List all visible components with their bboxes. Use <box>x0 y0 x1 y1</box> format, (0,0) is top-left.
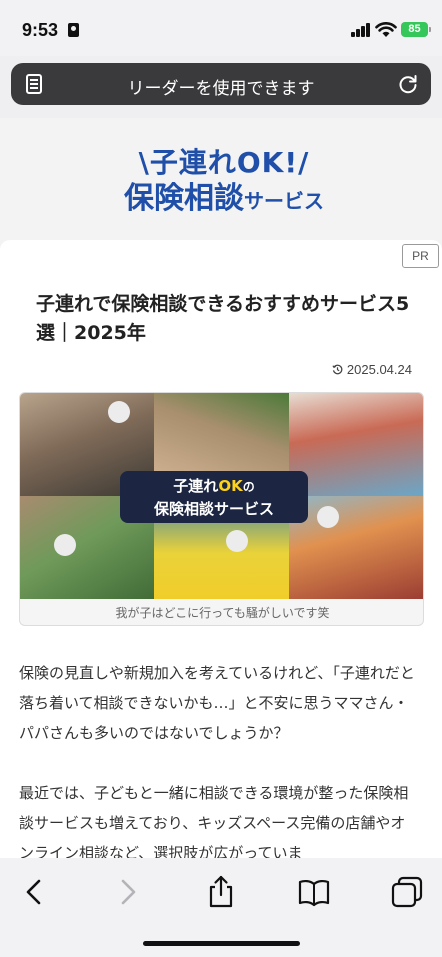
logo-line2-small: サービス <box>244 189 324 213</box>
bookmarks-icon[interactable] <box>296 874 332 910</box>
address-bar-text[interactable]: リーダーを使用できます <box>61 74 381 99</box>
overlay-line2: 保険相談サービス <box>153 500 274 518</box>
status-bar: 9:53 85 <box>0 0 442 56</box>
back-icon[interactable] <box>16 874 52 910</box>
reader-mode-icon[interactable] <box>26 74 42 94</box>
cellular-signal-icon <box>351 23 371 37</box>
reload-icon[interactable] <box>397 73 419 95</box>
image-caption: 我が子はどこに行っても騒がしいです笑 <box>115 606 330 620</box>
overlay-line1: 子連れOKの <box>173 477 255 495</box>
web-page: \子連れOK!/ 保険相談サービス PR 子連れで保険相談できるおすすめサービス… <box>0 118 442 858</box>
article-hero-figure: 子連れOKの 保険相談サービス 我が子はどこに行っても騒がしいです笑 <box>19 392 424 626</box>
logo-line2: 保険相談サービス <box>124 180 324 220</box>
wifi-icon <box>375 22 397 37</box>
photo-tile <box>289 496 423 599</box>
pr-badge: PR <box>402 244 439 268</box>
hero-photo-collage: 子連れOKの 保険相談サービス <box>20 393 423 599</box>
article-title: 子連れで保険相談できるおすすめサービス5選｜2025年 <box>36 293 410 344</box>
logo-line1: \子連れOK!/ <box>138 146 310 179</box>
address-bar[interactable]: リーダーを使用できます <box>11 63 431 105</box>
hero-title-overlay: 子連れOKの 保険相談サービス <box>120 471 308 523</box>
share-icon[interactable] <box>203 874 239 910</box>
forward-icon[interactable] <box>110 874 146 910</box>
status-time: 9:53 <box>22 20 59 40</box>
article-card: PR 子連れで保険相談できるおすすめサービス5選｜2025年 2025.04.2… <box>0 240 442 858</box>
logo-line2-main: 保険相談 <box>124 181 244 216</box>
photo-tile <box>289 393 423 496</box>
article-date: 2025.04.24 <box>332 362 412 377</box>
article-body: 保険の見直しや新規加入を考えているけれど、「子連れだと落ち着いて相談できないかも… <box>19 658 417 858</box>
battery-indicator: 85 <box>401 22 431 37</box>
article-date-text: 2025.04.24 <box>346 362 412 377</box>
article-paragraph: 最近では、子どもと一緒に相談できる環境が整った保険相談サービスも増えており、キッ… <box>19 784 409 858</box>
article-paragraph: 保険の見直しや新規加入を考えているけれど、「子連れだと落ち着いて相談できないかも… <box>19 664 415 742</box>
updated-clock-icon <box>332 364 343 375</box>
contact-card-icon <box>68 23 79 37</box>
site-logo[interactable]: \子連れOK!/ 保険相談サービス <box>124 146 324 220</box>
tabs-icon[interactable] <box>389 874 425 910</box>
home-indicator[interactable] <box>143 941 300 946</box>
